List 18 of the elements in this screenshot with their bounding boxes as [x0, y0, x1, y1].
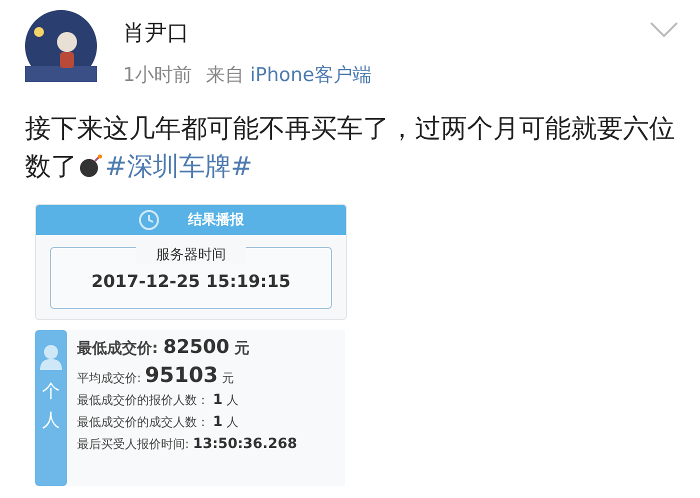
- person-icon: [40, 344, 62, 370]
- server-time-label: 服务器时间: [136, 246, 246, 264]
- stat-row: 最后买受人报价时间: 13:50:36.268: [77, 436, 298, 453]
- bomb-icon: [79, 154, 103, 178]
- avatar[interactable]: [25, 10, 97, 82]
- stat-row-text: 最低成交价的报价人数： 1 人: [77, 392, 240, 409]
- stat-row-text: 平均成交价: 95103 元: [77, 363, 235, 387]
- post-time: 1小时前: [123, 63, 192, 88]
- server-time-value: 2017-12-25 15:19:15: [91, 272, 291, 292]
- author-name[interactable]: 肖尹口: [123, 18, 372, 48]
- stat-row-text: 最低成交价: 82500 元: [77, 336, 251, 358]
- clock-icon: [138, 209, 160, 231]
- side-label: 个人: [42, 380, 60, 433]
- hashtag-link[interactable]: #深圳车牌#: [105, 152, 253, 182]
- post-source: 来自 iPhone客户端: [206, 63, 372, 88]
- post-text: 接下来这几年都可能不再买车了，过两个月可能就要六位数了 #深圳车牌#: [25, 113, 675, 184]
- stat-row-text: 最低成交价的成交人数： 1 人: [77, 414, 240, 431]
- card-title: 结果播报: [188, 211, 244, 229]
